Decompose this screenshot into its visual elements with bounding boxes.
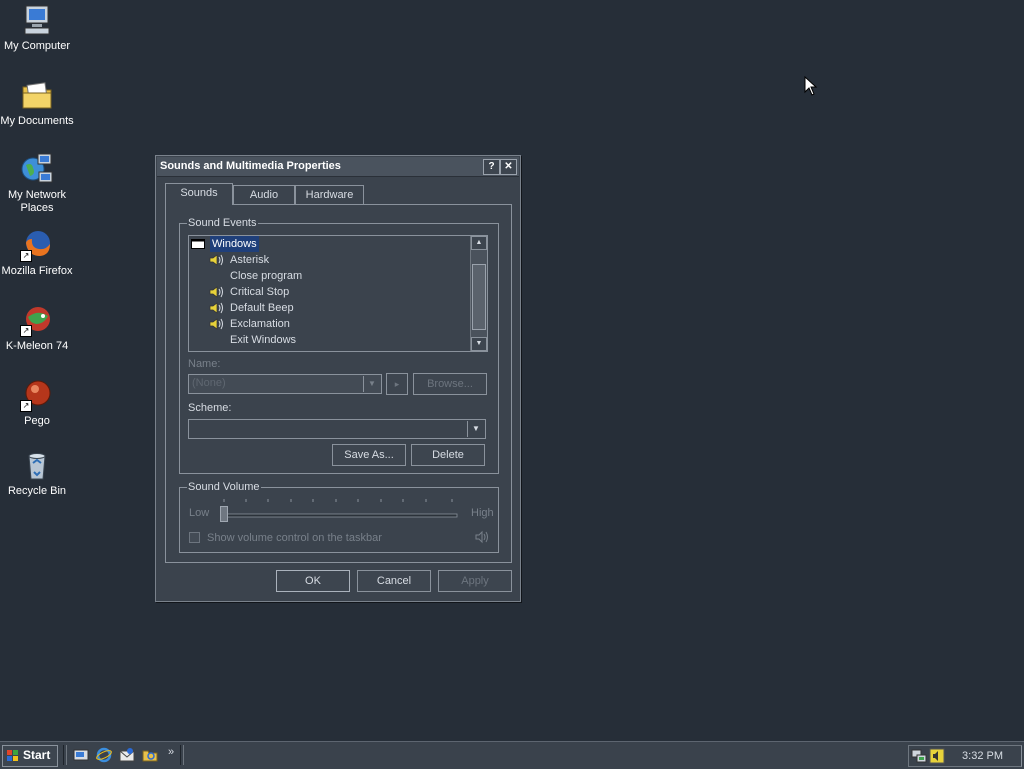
- list-item-label: Windows: [210, 236, 259, 252]
- volume-slider-thumb[interactable]: [220, 506, 228, 522]
- start-label: Start: [23, 748, 51, 762]
- taskbar: Start » 3:32 PM: [0, 741, 1024, 769]
- dialog-title: Sounds and Multimedia Properties: [160, 160, 341, 172]
- desktop-icon-pego[interactable]: ↗ Pego: [0, 378, 74, 428]
- desktop-icon-label: K-Meleon 74: [5, 340, 69, 352]
- desktop-icon-label: Mozilla Firefox: [1, 265, 73, 277]
- internet-explorer-icon[interactable]: [96, 747, 112, 763]
- show-desktop-icon[interactable]: [73, 747, 89, 763]
- desktop-icon-label: Recycle Bin: [7, 485, 67, 497]
- desktop-icon-label: My Computer: [3, 40, 71, 52]
- volume-slider[interactable]: [220, 498, 458, 522]
- quick-launch-overflow[interactable]: »: [168, 746, 174, 758]
- speaker-icon: [209, 254, 223, 266]
- system-tray: 3:32 PM: [908, 745, 1022, 767]
- speaker-icon: [209, 318, 223, 330]
- apply-button[interactable]: Apply: [438, 570, 512, 592]
- cancel-button[interactable]: Cancel: [357, 570, 431, 592]
- tab-hardware[interactable]: Hardware: [295, 185, 364, 205]
- volume-tray-icon[interactable]: [929, 748, 945, 764]
- desktop-icon-label: Pego: [24, 415, 50, 427]
- desktop-icon-label: My Network Places: [7, 189, 67, 214]
- volume-high-label: High: [471, 507, 494, 519]
- tab-sounds[interactable]: Sounds: [165, 183, 233, 205]
- folder-documents-icon: [20, 78, 54, 112]
- name-select[interactable]: (None) ▼: [188, 374, 382, 394]
- mouse-cursor-icon: [804, 76, 818, 96]
- desktop-icon-my-computer[interactable]: My Computer: [0, 3, 74, 53]
- sounds-multimedia-dialog: Sounds and Multimedia Properties ? ✕ Sou…: [155, 155, 521, 602]
- list-item-label: Default Beep: [230, 302, 294, 314]
- scroll-up-button[interactable]: ▲: [471, 236, 487, 250]
- windows-logo-icon: [7, 750, 18, 761]
- name-select-value: (None): [192, 377, 226, 389]
- chevron-down-icon: ▼: [363, 376, 380, 392]
- clock[interactable]: 3:32 PM: [962, 750, 1003, 762]
- list-item-label: Exit Windows: [230, 334, 297, 346]
- windows-explorer-icon[interactable]: [142, 747, 158, 763]
- scheme-label: Scheme:: [188, 402, 232, 414]
- network-tray-icon[interactable]: [911, 748, 927, 764]
- k-meleon-icon: ↗: [20, 303, 54, 337]
- sound-events-list[interactable]: Windows Asterisk Close program Critical …: [188, 235, 488, 352]
- desktop-icon-mozilla-firefox[interactable]: ↗ Mozilla Firefox: [0, 228, 74, 278]
- window-icon: [191, 239, 205, 249]
- list-item-label: Critical Stop: [230, 286, 290, 298]
- group-label: Sound Events: [187, 217, 258, 229]
- scheme-select[interactable]: ▼: [188, 419, 486, 439]
- name-label: Name:: [188, 358, 221, 370]
- list-item-label: Exclamation: [230, 318, 290, 330]
- recycle-bin-icon: [20, 448, 54, 482]
- list-item-label: Asterisk: [230, 254, 270, 266]
- speaker-icon: [209, 302, 223, 314]
- ok-button[interactable]: OK: [276, 570, 350, 592]
- desktop-icon-k-meleon[interactable]: ↗ K-Meleon 74: [0, 303, 74, 353]
- show-volume-checkbox[interactable]: [189, 532, 200, 543]
- desktop-icon-my-documents[interactable]: My Documents: [0, 78, 74, 128]
- pego-icon: ↗: [20, 378, 54, 412]
- desktop-icon-label: My Documents: [0, 115, 74, 127]
- save-as-button[interactable]: Save As...: [332, 444, 406, 466]
- show-volume-label: Show volume control on the taskbar: [207, 532, 382, 544]
- desktop-icon-my-network-places[interactable]: My Network Places: [0, 152, 74, 215]
- tab-audio[interactable]: Audio: [233, 185, 295, 205]
- network-icon: [20, 152, 54, 186]
- outlook-express-icon[interactable]: [119, 747, 135, 763]
- scroll-thumb[interactable]: [472, 264, 486, 330]
- firefox-icon: ↗: [20, 228, 54, 262]
- play-sound-button[interactable]: ▸: [386, 373, 408, 395]
- volume-low-label: Low: [189, 507, 210, 519]
- start-button[interactable]: Start: [2, 745, 58, 767]
- taskbar-separator: [180, 745, 184, 765]
- vertical-scrollbar[interactable]: ▲ ▼: [470, 236, 487, 351]
- help-button[interactable]: ?: [483, 159, 500, 175]
- play-icon: ▸: [394, 379, 400, 389]
- chevron-down-icon: ▼: [467, 421, 484, 437]
- close-button[interactable]: ✕: [500, 159, 517, 175]
- desktop-icon-recycle-bin[interactable]: Recycle Bin: [0, 448, 74, 498]
- browse-button[interactable]: Browse...: [413, 373, 487, 395]
- taskbar-separator: [63, 745, 67, 765]
- delete-button[interactable]: Delete: [411, 444, 485, 466]
- advanced-volume-icon[interactable]: [474, 529, 490, 545]
- list-item-label: Close program: [230, 270, 303, 282]
- computer-icon: [20, 3, 54, 37]
- speaker-icon: [209, 286, 223, 298]
- title-bar[interactable]: Sounds and Multimedia Properties ? ✕: [157, 157, 519, 177]
- scroll-down-button[interactable]: ▼: [471, 337, 487, 351]
- group-label: Sound Volume: [187, 481, 261, 493]
